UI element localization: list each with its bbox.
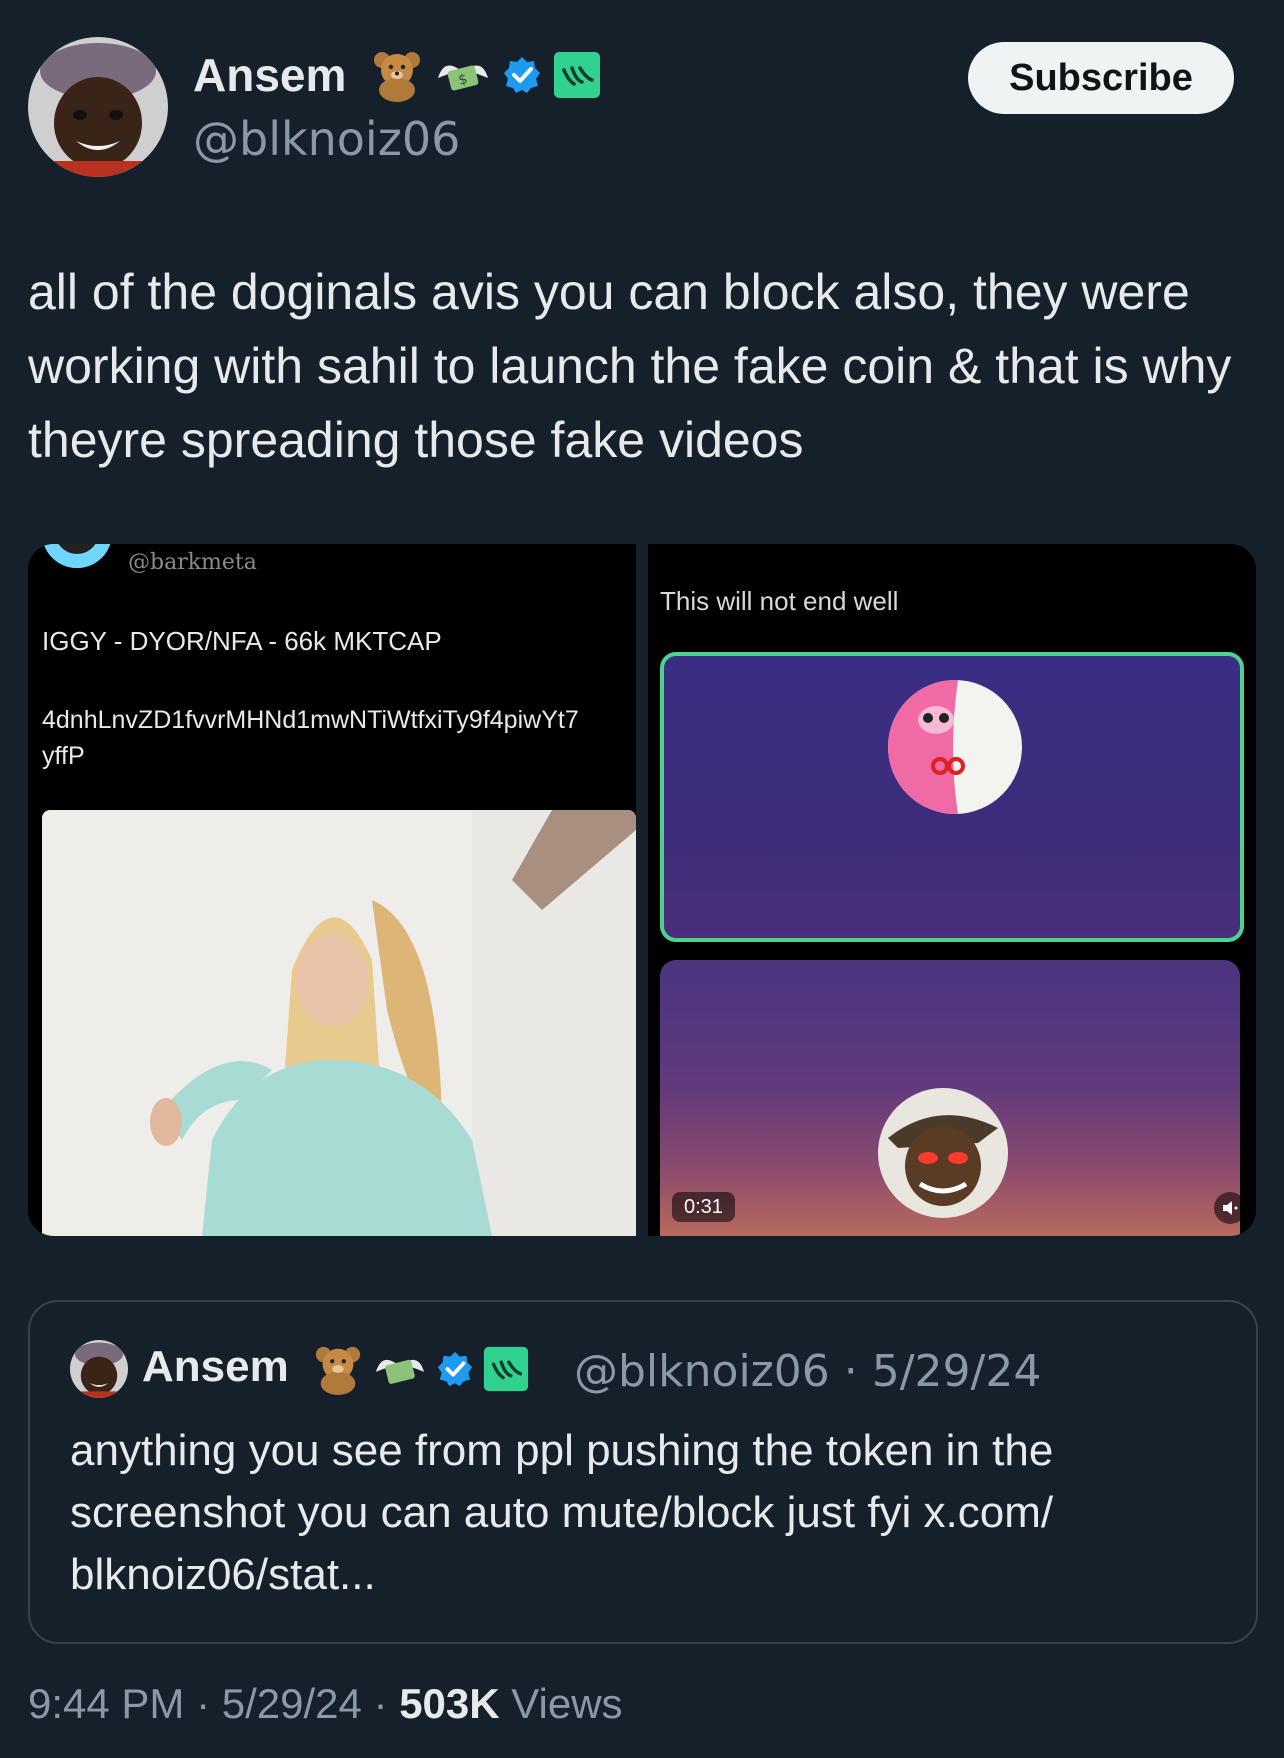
- quoted-author-avatar: [70, 1340, 128, 1398]
- video-duration: 0:31: [672, 1192, 735, 1222]
- quoted-handle-date: @blknoiz06 · 5/29/24: [574, 1346, 1042, 1397]
- speaker-avatar-1: [888, 680, 1022, 814]
- embedded-address: 4dnhLnvZD1fvvrMHNd1mwNTiWtfxiTy9f4piwYt7…: [42, 702, 636, 774]
- quoted-author-name: Ansem: [142, 1342, 289, 1391]
- media-grid: @barkmeta IGGY - DYOR/NFA - 66k MKTCAP 4…: [28, 544, 1256, 1236]
- tweet-meta: 9:44 PM · 5/29/24 · 503K Views: [28, 1680, 623, 1728]
- embedded-address-line2: yffP: [42, 742, 85, 770]
- author-handle[interactable]: @blknoiz06: [193, 112, 460, 166]
- barkmeta-avatar: [42, 544, 112, 568]
- teddy-bear-icon: [374, 52, 420, 102]
- money-with-wings-icon: [375, 1359, 425, 1384]
- author-badges: $: [370, 45, 602, 105]
- volume-icon[interactable]: [1214, 1192, 1246, 1224]
- quoted-text: anything you see from ppl pushing the to…: [70, 1426, 1054, 1599]
- quoted-author-badges: [312, 1340, 530, 1398]
- embedded-address-line1: 4dnhLnvZD1fvvrMHNd1mwNTiWtfxiTy9f4piwYt7: [42, 706, 579, 734]
- views-label: Views: [499, 1680, 623, 1727]
- speaker-avatar-2: [878, 1088, 1008, 1218]
- green-affiliate-icon: [483, 1346, 529, 1392]
- embedded-handle: @barkmeta: [128, 550, 257, 575]
- timestamp-link[interactable]: 9:44 PM · 5/29/24 ·: [28, 1680, 399, 1727]
- media-divider: [636, 544, 648, 1236]
- verified-badge-icon: [504, 57, 540, 93]
- author-avatar[interactable]: [28, 37, 168, 177]
- teddy-bear-icon: [315, 1346, 361, 1395]
- subscribe-button[interactable]: Subscribe: [968, 42, 1234, 114]
- video-caption: This will not end well: [660, 586, 899, 616]
- money-with-wings-icon: $: [438, 65, 488, 91]
- embedded-title: IGGY - DYOR/NFA - 66k MKTCAP: [42, 626, 442, 656]
- author-name[interactable]: Ansem: [193, 48, 346, 102]
- embedded-photo: [42, 810, 636, 1236]
- media-video-right[interactable]: This will not end well 0:31: [648, 544, 1256, 1236]
- green-affiliate-icon: [554, 52, 600, 98]
- views-count: 503K: [399, 1680, 500, 1727]
- media-image-left[interactable]: @barkmeta IGGY - DYOR/NFA - 66k MKTCAP 4…: [28, 544, 636, 1236]
- quoted-tweet[interactable]: Ansem @blknoiz06 · 5/29/24 anything you …: [28, 1300, 1258, 1644]
- verified-badge-icon: [437, 1351, 473, 1387]
- tweet-text: all of the doginals avis you can block a…: [28, 264, 1232, 468]
